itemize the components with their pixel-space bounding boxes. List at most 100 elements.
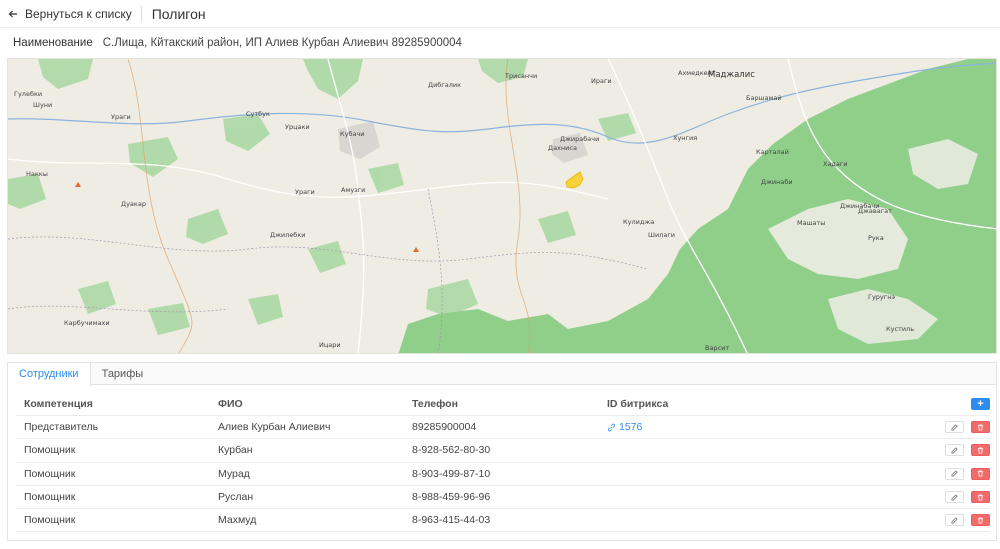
cell-fio: Руслан <box>218 491 254 504</box>
svg-text:Трисанчи: Трисанчи <box>504 72 537 80</box>
svg-text:Гулебки: Гулебки <box>14 90 42 98</box>
svg-text:Кулиджа: Кулиджа <box>623 218 654 226</box>
name-label: Наименование <box>13 37 93 49</box>
delete-button[interactable] <box>971 514 990 527</box>
column-header-phone: Телефон <box>412 398 458 410</box>
employees-table: Компетенция ФИО Телефон ID битрикса + Пр… <box>16 393 990 533</box>
name-value: С.Лища, Кйтакский район, ИП Алиев Курбан… <box>102 37 462 49</box>
cell-competence: Помощник <box>24 467 76 480</box>
svg-text:Карталай: Карталай <box>756 148 789 156</box>
svg-text:Ицари: Ицари <box>319 341 341 349</box>
edit-button[interactable] <box>945 514 964 527</box>
table-header: Компетенция ФИО Телефон ID битрикса + <box>16 393 990 416</box>
add-employee-button[interactable]: + <box>971 398 990 410</box>
trash-icon <box>977 470 984 477</box>
row-actions <box>945 467 990 480</box>
column-header-fio: ФИО <box>218 398 243 410</box>
back-label: Вернуться к списку <box>25 6 132 21</box>
svg-text:Кустиль: Кустиль <box>886 325 914 333</box>
svg-text:Урцаки: Урцаки <box>285 123 310 131</box>
edit-icon <box>951 517 958 524</box>
table-row: Помощник Курбан 8-928-562-80-30 <box>16 439 990 463</box>
cell-fio: Махмуд <box>218 514 257 527</box>
edit-button[interactable] <box>945 444 964 457</box>
edit-button[interactable] <box>945 467 964 480</box>
delete-button[interactable] <box>971 467 990 480</box>
svg-text:Дахниса: Дахниса <box>548 144 577 152</box>
svg-text:Гуругнэ: Гуругнэ <box>868 293 895 301</box>
row-actions <box>945 491 990 504</box>
svg-text:Ираги: Ираги <box>591 77 612 85</box>
row-actions <box>945 421 990 434</box>
row-actions <box>945 514 990 527</box>
trash-icon <box>977 424 984 431</box>
cell-phone: 8-963-415-44-03 <box>412 514 491 527</box>
svg-text:Маджалис: Маджалис <box>708 70 755 80</box>
cell-competence: Помощник <box>24 514 76 527</box>
svg-text:Машаты: Машаты <box>797 219 825 227</box>
cell-phone: 8-988-459-96-96 <box>412 491 491 504</box>
svg-text:Джинаби: Джинаби <box>761 178 793 186</box>
map-canvas[interactable]: Гулебки Шуни Ураги Сутбук Урцаки Кубачи … <box>8 59 997 354</box>
svg-text:Баршамай: Баршамай <box>746 94 782 102</box>
svg-text:Наккы: Наккы <box>26 170 48 178</box>
table-row: Помощник Руслан 8-988-459-96-96 <box>16 486 990 510</box>
cell-competence: Представитель <box>24 421 99 434</box>
trash-icon <box>977 517 984 524</box>
svg-text:Дуакар: Дуакар <box>121 200 146 208</box>
svg-text:Рука: Рука <box>868 234 884 242</box>
svg-text:Кубачи: Кубачи <box>340 130 365 138</box>
cell-fio: Алиев Курбан Алиевич <box>218 421 331 434</box>
cell-phone: 8-928-562-80-30 <box>412 444 491 457</box>
page-header: Вернуться к списку Полигон <box>0 0 1000 28</box>
column-header-competence: Компетенция <box>24 398 93 410</box>
row-actions <box>945 444 990 457</box>
trash-icon <box>977 447 984 454</box>
svg-text:Хадаги: Хадаги <box>823 160 848 168</box>
svg-text:Хунгия: Хунгия <box>673 134 697 142</box>
edit-icon <box>951 447 958 454</box>
svg-text:Джавагат: Джавагат <box>858 207 892 215</box>
svg-text:Джирабачи: Джирабачи <box>560 135 599 143</box>
cell-fio: Мурад <box>218 467 250 480</box>
edit-icon <box>951 470 958 477</box>
trash-icon <box>977 494 984 501</box>
svg-text:Шилаги: Шилаги <box>648 231 675 239</box>
table-row: Представитель Алиев Курбан Алиевич 89285… <box>16 416 990 440</box>
tab-employees[interactable]: Сотрудники <box>8 363 91 386</box>
page-title: Полигон <box>151 5 206 22</box>
cell-phone: 89285900004 <box>412 421 477 434</box>
svg-text:Ураги: Ураги <box>111 113 131 121</box>
delete-button[interactable] <box>971 444 990 457</box>
tabs-bar: Сотрудники Тарифы <box>8 363 996 386</box>
bitrix-id-link[interactable]: 1576 <box>619 421 642 433</box>
svg-text:Варсит: Варсит <box>705 344 729 352</box>
back-to-list-link[interactable]: Вернуться к списку <box>7 7 132 21</box>
link-icon <box>608 423 615 431</box>
svg-text:Джилебки: Джилебки <box>270 231 305 239</box>
map-view[interactable]: Гулебки Шуни Ураги Сутбук Урцаки Кубачи … <box>7 58 997 354</box>
svg-text:Амузги: Амузги <box>341 186 365 194</box>
svg-text:Сутбук: Сутбук <box>246 110 270 118</box>
delete-button[interactable] <box>971 491 990 504</box>
delete-button[interactable] <box>971 421 990 434</box>
edit-icon <box>951 493 958 501</box>
tab-tariffs[interactable]: Тарифы <box>91 363 155 385</box>
cell-bitrix: 1576 <box>607 421 642 433</box>
cell-competence: Помощник <box>24 444 76 457</box>
edit-button[interactable] <box>945 421 964 434</box>
table-row: Помощник Махмуд 8-963-415-44-03 <box>16 509 990 533</box>
edit-icon <box>951 424 958 431</box>
name-row: Наименование С.Лища, Кйтакский район, ИП… <box>13 37 462 49</box>
svg-text:Карбучимахи: Карбучимахи <box>64 319 110 327</box>
cell-fio: Курбан <box>218 444 253 457</box>
header-actions: + <box>971 398 990 410</box>
cell-phone: 8-903-499-87-10 <box>412 467 491 480</box>
svg-text:Шуни: Шуни <box>33 101 52 109</box>
edit-button[interactable] <box>945 491 964 504</box>
arrow-left-icon <box>8 10 17 17</box>
cell-competence: Помощник <box>24 491 76 504</box>
tabs-card: Сотрудники Тарифы Компетенция ФИО Телефо… <box>7 362 997 541</box>
svg-text:Дибгалик: Дибгалик <box>428 81 461 89</box>
table-row: Помощник Мурад 8-903-499-87-10 <box>16 463 990 486</box>
